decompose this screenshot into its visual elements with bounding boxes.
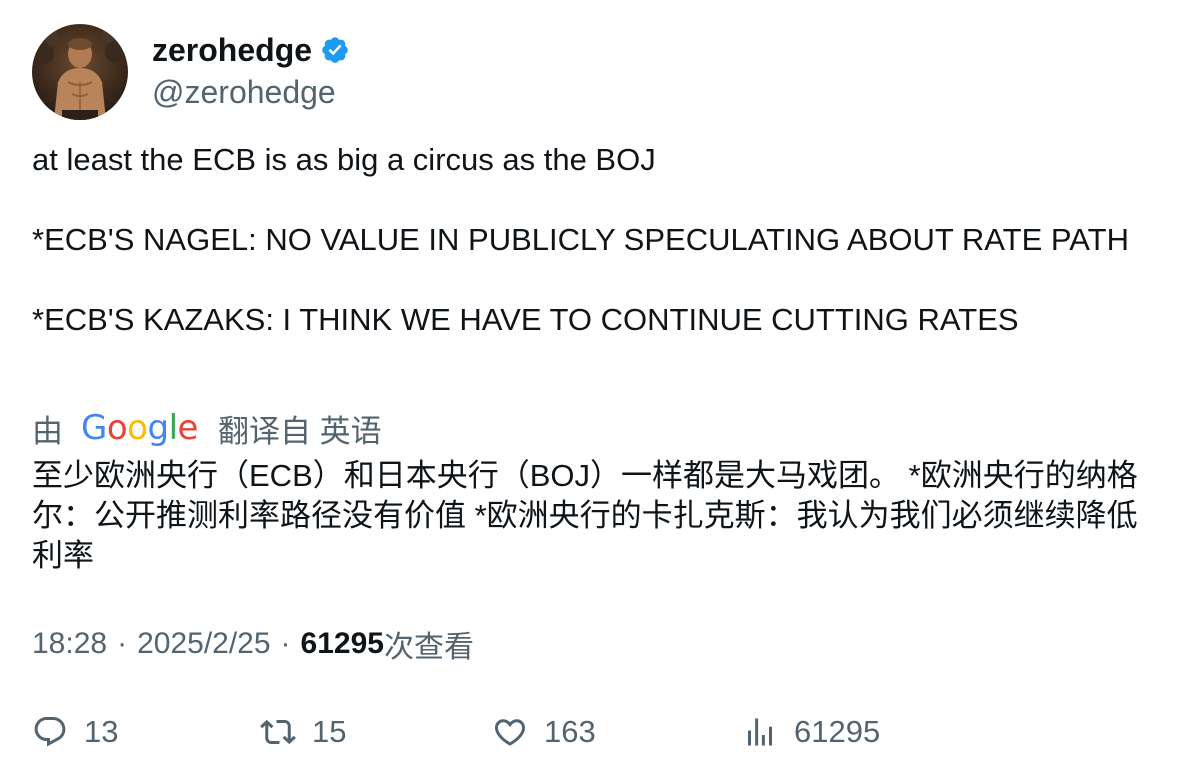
reply-button[interactable]: 13 <box>32 708 118 756</box>
tweet-date[interactable]: 2025/2/25 <box>137 627 270 661</box>
translation-attribution: 由 Google 翻译自 英语 <box>32 406 382 450</box>
action-bar: 13 15 163 61295 <box>32 708 1172 756</box>
translated-from-link[interactable]: 翻译自 英语 <box>218 406 382 451</box>
views-action-count: 61295 <box>794 714 881 749</box>
tweet-line: *ECB'S NAGEL: NO VALUE IN PUBLICLY SPECU… <box>32 222 1129 257</box>
tweet-text: at least the ECB is as big a circus as t… <box>32 140 1132 340</box>
tweet-line: *ECB'S KAZAKS: I THINK WE HAVE TO CONTIN… <box>32 302 1019 337</box>
analytics-icon <box>748 718 772 746</box>
retweet-button[interactable]: 15 <box>260 708 346 756</box>
verified-badge-icon[interactable] <box>320 35 350 65</box>
tweet-header: zerohedge @zerohedge <box>32 24 350 120</box>
author-names: zerohedge @zerohedge <box>152 32 350 112</box>
retweet-icon <box>260 719 296 745</box>
views-button[interactable]: 61295 <box>742 708 880 756</box>
reply-icon <box>34 717 66 747</box>
like-count: 163 <box>544 714 596 749</box>
translated-text: 至少欧洲央行（ECB）和日本央行（BOJ）一样都是大马戏团。 *欧洲央行的纳格尔… <box>32 458 1138 573</box>
tweet-meta: 18:28 · 2025/2/25 · 61295 次查看 <box>32 622 474 666</box>
google-logo: Google <box>81 408 198 448</box>
meta-separator: · <box>117 627 128 660</box>
views-label: 次查看 <box>383 631 474 664</box>
tweet-line: at least the ECB is as big a circus as t… <box>32 142 656 177</box>
author-display-name[interactable]: zerohedge <box>152 32 312 68</box>
views-count: 61295 <box>300 627 384 660</box>
tweet-time[interactable]: 18:28 <box>32 627 107 661</box>
avatar[interactable] <box>32 24 128 120</box>
reply-count: 13 <box>84 714 119 749</box>
heart-icon <box>494 719 526 746</box>
avatar-image <box>32 24 128 120</box>
translated-by-label: 由 <box>32 413 63 449</box>
display-name-row: zerohedge <box>152 32 350 68</box>
author-handle[interactable]: @zerohedge <box>152 72 350 112</box>
retweet-count: 15 <box>312 714 347 749</box>
like-button[interactable]: 163 <box>492 708 596 756</box>
meta-separator: · <box>280 627 291 660</box>
